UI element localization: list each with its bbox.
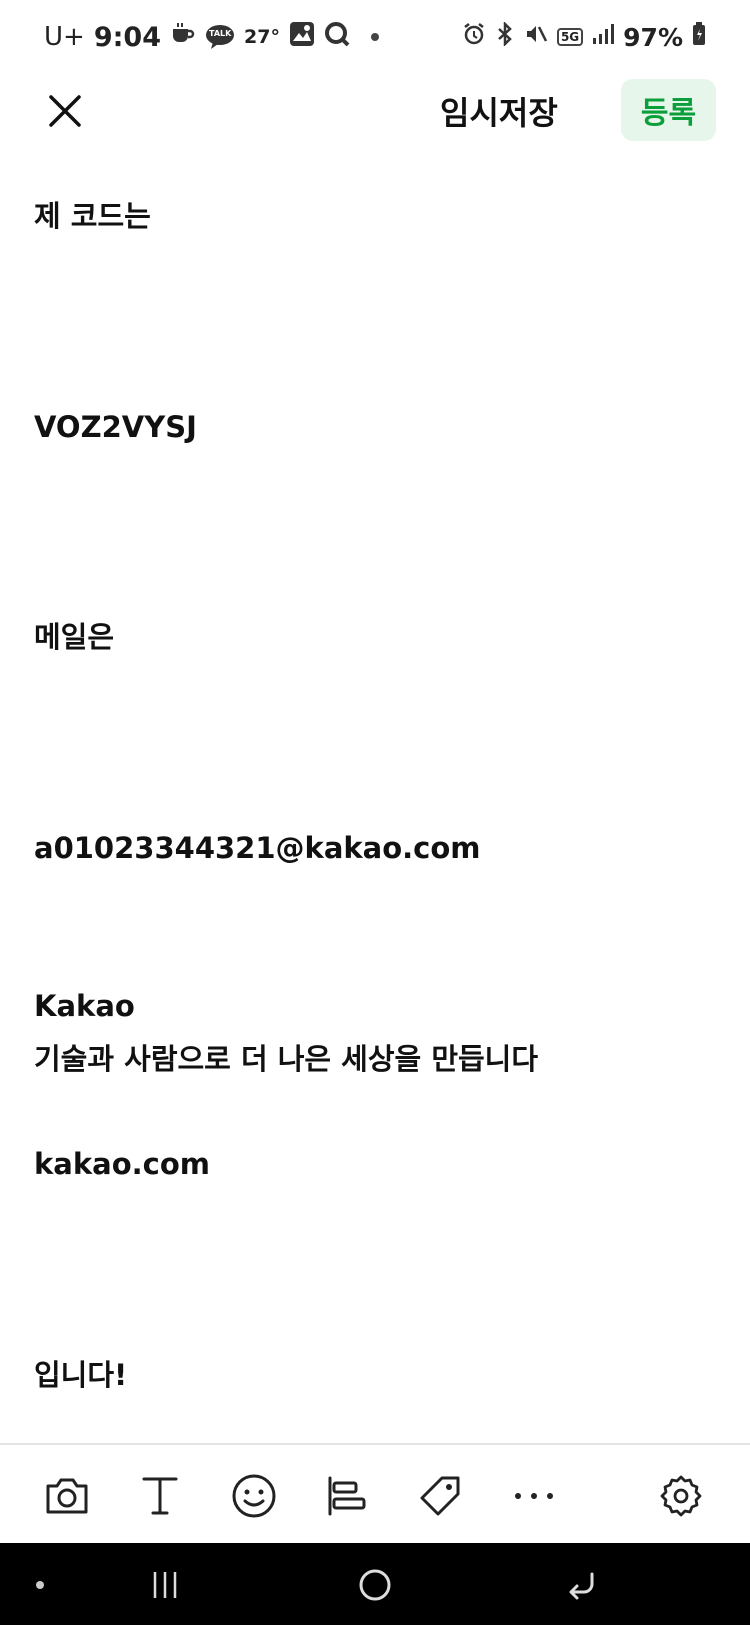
- battery-percent: 97%: [623, 22, 683, 52]
- editor-header: 임시저장 등록: [0, 74, 750, 146]
- settings-icon: [660, 1475, 702, 1517]
- battery-icon: [692, 21, 706, 53]
- text-icon: [142, 1477, 178, 1515]
- content-line: 입니다!: [34, 1358, 128, 1392]
- back-icon: [569, 1572, 594, 1600]
- search-app-icon: [324, 21, 350, 54]
- emoji-icon: [232, 1474, 276, 1518]
- signal-icon: [592, 22, 615, 52]
- align-icon: [328, 1476, 366, 1516]
- nav-dot-button[interactable]: [12, 1557, 68, 1613]
- camera-icon: [46, 1478, 88, 1514]
- more-button[interactable]: [507, 1469, 561, 1523]
- editor-toolbar: [0, 1443, 750, 1543]
- tag-icon: [420, 1476, 460, 1516]
- bluetooth-icon: [495, 20, 515, 53]
- close-icon: [49, 95, 81, 127]
- camera-button[interactable]: [40, 1469, 94, 1523]
- network-type-badge: 5G: [556, 28, 584, 46]
- back-button[interactable]: [555, 1557, 611, 1613]
- home-icon: [359, 1569, 391, 1601]
- content-line: Kakao: [34, 989, 135, 1023]
- tag-button[interactable]: [413, 1469, 467, 1523]
- post-editor[interactable]: 제 코드는 VOZ2VYSJ 메일은 a01023344321@kakao.co…: [0, 180, 750, 1445]
- close-button[interactable]: [40, 86, 90, 136]
- settings-button[interactable]: [654, 1469, 708, 1523]
- content-line: 메일은: [34, 620, 115, 654]
- alarm-icon: [462, 22, 486, 53]
- home-button[interactable]: [347, 1557, 403, 1613]
- notification-dot-icon: [370, 33, 379, 41]
- emoji-button[interactable]: [227, 1469, 281, 1523]
- temperature-label: 27°: [244, 26, 280, 48]
- text-style-button[interactable]: [133, 1469, 187, 1523]
- talk-badge-label: TALK: [209, 29, 232, 38]
- content-line: a01023344321@kakao.com: [34, 831, 481, 865]
- content-line: 기술과 사람으로 더 나은 세상을 만듭니다: [34, 1042, 539, 1076]
- photo-notification-icon: [289, 21, 315, 54]
- save-draft-button[interactable]: 임시저장: [440, 84, 558, 138]
- coffee-icon: [170, 22, 196, 53]
- kakaotalk-icon: TALK: [205, 24, 235, 50]
- status-left: U+ 9:04 TALK 27°: [44, 21, 379, 54]
- content-line: 제 코드는: [34, 199, 151, 233]
- status-bar: U+ 9:04 TALK 27° 5G 97%: [0, 0, 750, 74]
- system-nav-bar: [0, 1543, 750, 1625]
- submit-button[interactable]: 등록: [621, 79, 716, 141]
- carrier-label: U+: [44, 22, 85, 52]
- align-button[interactable]: [320, 1469, 374, 1523]
- mute-icon: [524, 22, 548, 53]
- recent-apps-icon: [153, 1572, 177, 1598]
- more-icon: [515, 1493, 553, 1499]
- content-line: VOZ2VYSJ: [34, 410, 197, 444]
- dot-icon: [36, 1581, 44, 1589]
- recent-apps-button[interactable]: [137, 1557, 193, 1613]
- clock-time: 9:04: [93, 21, 161, 53]
- content-line: kakao.com: [34, 1147, 210, 1181]
- status-right: 5G 97%: [462, 20, 706, 53]
- screen: U+ 9:04 TALK 27° 5G 97% 임시저장 등록 제 코드는 VO…: [0, 0, 750, 1625]
